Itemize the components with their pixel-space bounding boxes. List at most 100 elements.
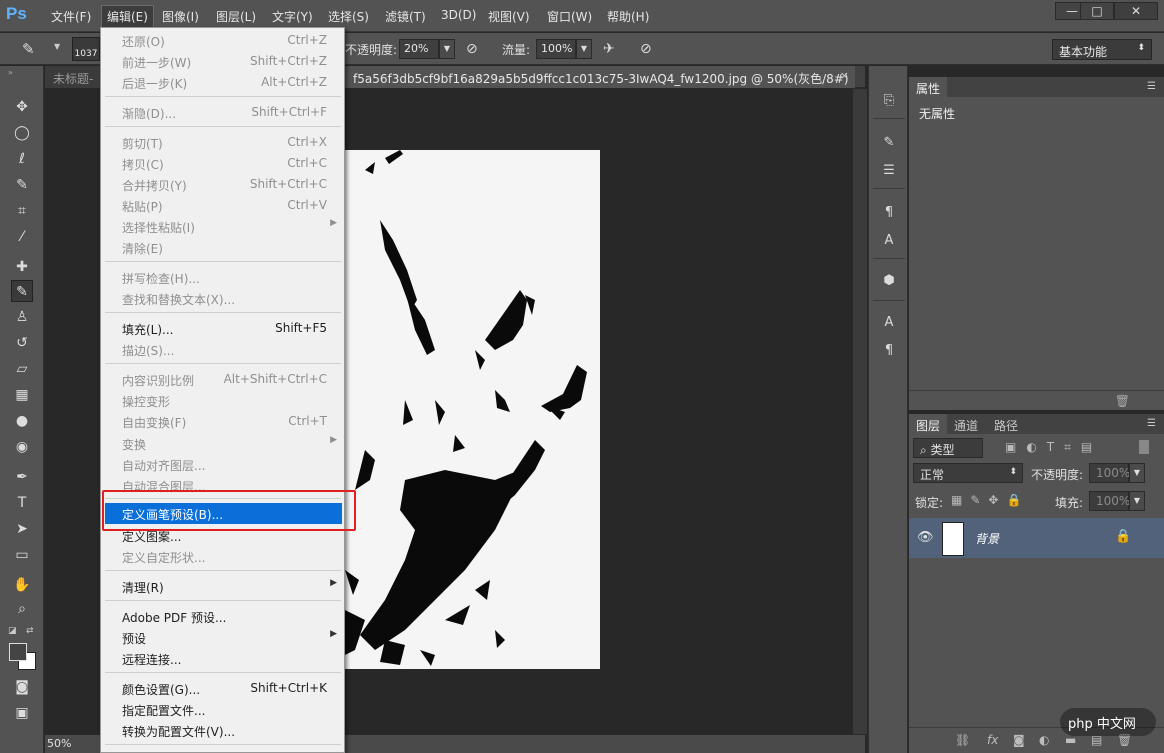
menu-define-shape[interactable]: 定义自定形状... <box>102 546 343 567</box>
menu-purge[interactable]: 清理(R) ▶ <box>102 576 343 597</box>
menu-layer[interactable]: 图层(L) <box>216 8 256 25</box>
airbrush-icon[interactable]: ✈ <box>603 41 615 57</box>
menu-fade[interactable]: 渐隐(D)... Shift+Ctrl+F <box>102 102 343 123</box>
menu-auto-align[interactable]: 自动对齐图层... <box>102 454 343 475</box>
layer-style-icon[interactable]: fx <box>987 733 998 747</box>
workspace-switcher[interactable]: 基本功能 ⬍ <box>1052 39 1152 60</box>
menu-fill[interactable]: 填充(L)... Shift+F5 <box>102 318 343 339</box>
healing-brush-tool-icon[interactable]: ✚ <box>11 256 33 278</box>
history-panel-icon[interactable]: ⎘ <box>878 90 900 112</box>
foreground-color-swatch[interactable] <box>9 643 27 661</box>
layer-row[interactable]: 👁 背景 🔒 <box>909 518 1164 558</box>
menu-step-forward[interactable]: 前进一步(W) Shift+Ctrl+Z <box>102 51 343 72</box>
menu-content-aware-scale[interactable]: 内容识别比例 Alt+Shift+Ctrl+C <box>102 369 343 390</box>
layer-opacity-field[interactable]: 100% <box>1089 463 1130 483</box>
menu-copy[interactable]: 拷贝(C) Ctrl+C <box>102 153 343 174</box>
quick-select-tool-icon[interactable]: ✎ <box>11 174 33 196</box>
menu-remote-connections[interactable]: 远程连接... <box>102 648 343 669</box>
menu-puppet-warp[interactable]: 操控变形 <box>102 390 343 411</box>
menu-presets[interactable]: 预设 ▶ <box>102 627 343 648</box>
filter-toggle-icon[interactable] <box>1139 440 1149 454</box>
3d-panel-icon[interactable]: ⬢ <box>878 270 900 292</box>
menu-edit[interactable]: 编辑(E) <box>101 5 154 28</box>
layer-filter-icons[interactable]: ▣◐T⌗▤ <box>1005 440 1102 455</box>
crop-tool-icon[interactable]: ⌗ <box>11 200 33 222</box>
menu-step-backward[interactable]: 后退一步(K) Alt+Ctrl+Z <box>102 72 343 93</box>
opacity-field[interactable]: 20% <box>399 39 439 59</box>
menu-cut[interactable]: 剪切(T) Ctrl+X <box>102 132 343 153</box>
marquee-tool-icon[interactable]: ◯ <box>11 122 33 144</box>
eye-icon[interactable]: 👁 <box>917 530 934 545</box>
menu-select[interactable]: 选择(S) <box>328 8 369 25</box>
menu-paste[interactable]: 粘贴(P) Ctrl+V <box>102 195 343 216</box>
tool-preset-dropdown-icon[interactable]: ▼ <box>54 42 60 51</box>
flow-dropdown-icon[interactable]: ▼ <box>576 39 592 59</box>
path-select-tool-icon[interactable]: ➤ <box>11 518 33 540</box>
fill-dropdown-icon[interactable]: ▼ <box>1129 491 1145 511</box>
clone-stamp-tool-icon[interactable]: ♙ <box>11 306 33 328</box>
default-colors-icon[interactable]: ◪ <box>8 626 17 636</box>
lasso-tool-icon[interactable]: ℓ <box>11 148 33 170</box>
character-panel-icon[interactable]: A <box>878 312 900 334</box>
menu-find-replace[interactable]: 查找和替换文本(X)... <box>102 288 343 309</box>
add-mask-icon[interactable]: ◙ <box>1013 733 1025 747</box>
tab-channels[interactable]: 通道 <box>947 414 985 434</box>
layer-filter-select[interactable]: ⌕ 类型 <box>913 438 983 458</box>
menu-view[interactable]: 视图(V) <box>488 8 530 25</box>
menu-copy-merged[interactable]: 合并拷贝(Y) Shift+Ctrl+C <box>102 174 343 195</box>
character-styles-icon[interactable]: A <box>878 230 900 252</box>
fill-field[interactable]: 100% <box>1089 491 1130 511</box>
menu-convert-profile[interactable]: 转换为配置文件(V)... <box>102 720 343 741</box>
menu-color-settings[interactable]: 颜色设置(G)... Shift+Ctrl+K <box>102 678 343 699</box>
lock-options-icons[interactable]: ▦✎✥🔒 <box>951 493 1029 507</box>
pressure-size-icon[interactable]: ⊘ <box>640 41 652 57</box>
blur-tool-icon[interactable]: ● <box>11 410 33 432</box>
tab-paths[interactable]: 路径 <box>987 414 1025 434</box>
brush-presets-icon[interactable]: ☰ <box>878 160 900 182</box>
type-tool-icon[interactable]: T <box>11 492 33 514</box>
paragraph-panel-icon[interactable]: ¶ <box>878 340 900 362</box>
blend-mode-select[interactable]: 正常 ⬍ <box>913 463 1023 483</box>
document-canvas[interactable] <box>345 150 600 669</box>
pen-tool-icon[interactable]: ✒ <box>11 466 33 488</box>
close-tab-icon[interactable]: × <box>840 69 849 82</box>
layer-name[interactable]: 背景 <box>975 530 999 547</box>
move-tool-icon[interactable]: ✥ <box>11 96 33 118</box>
menu-window[interactable]: 窗口(W) <box>547 8 592 25</box>
trash-icon[interactable]: 🗑 <box>1115 394 1130 408</box>
menu-free-transform[interactable]: 自由变换(F) Ctrl+T <box>102 411 343 432</box>
gradient-tool-icon[interactable]: ▦ <box>11 384 33 406</box>
panel-menu-icon[interactable]: ☰ <box>1147 81 1156 92</box>
brush-tool-icon[interactable]: ✎ <box>11 280 33 302</box>
eraser-tool-icon[interactable]: ▱ <box>11 358 33 380</box>
menu-undo[interactable]: 还原(O) Ctrl+Z <box>102 30 343 51</box>
pressure-opacity-icon[interactable]: ⊘ <box>466 41 478 57</box>
menu-spelling[interactable]: 拼写检查(H)... <box>102 267 343 288</box>
brush-tool-icon[interactable]: ✎ <box>22 40 52 60</box>
close-button[interactable]: ✕ <box>1114 2 1158 20</box>
screen-mode-icon[interactable]: ▣ <box>11 702 33 724</box>
menu-paste-special[interactable]: 选择性粘贴(I) ▶ <box>102 216 343 237</box>
menu-file[interactable]: 文件(F) <box>51 8 91 25</box>
link-layers-icon[interactable]: ⛓ <box>955 733 970 747</box>
menu-type[interactable]: 文字(Y) <box>272 8 313 25</box>
tab-active-document[interactable]: f5a56f3db5cf9bf16a829a5b5d9ffcc1c013c75-… <box>345 66 855 88</box>
panel-collapse-icon[interactable]: » <box>8 68 13 77</box>
menu-filter[interactable]: 滤镜(T) <box>385 8 426 25</box>
panel-menu-icon[interactable]: ☰ <box>1147 418 1156 429</box>
flow-field[interactable]: 100% <box>536 39 576 59</box>
eyedropper-tool-icon[interactable]: ⁄ <box>11 226 33 248</box>
menu-image[interactable]: 图像(I) <box>162 8 199 25</box>
brush-panel-icon[interactable]: ✎ <box>878 132 900 154</box>
zoom-tool-icon[interactable]: ⌕ <box>11 598 33 620</box>
menu-transform[interactable]: 变换 ▶ <box>102 433 343 454</box>
opacity-dropdown-icon[interactable]: ▼ <box>439 39 455 59</box>
brush-size-picker[interactable]: 1037 <box>72 37 100 61</box>
adjustment-layer-icon[interactable]: ◐ <box>1039 733 1049 747</box>
menu-help[interactable]: 帮助(H) <box>607 8 649 25</box>
dodge-tool-icon[interactable]: ◉ <box>11 436 33 458</box>
vertical-scrollbar[interactable] <box>853 89 867 734</box>
tab-layers[interactable]: 图层 <box>909 414 948 434</box>
tab-properties[interactable]: 属性 <box>909 77 948 97</box>
menu-assign-profile[interactable]: 指定配置文件... <box>102 699 343 720</box>
